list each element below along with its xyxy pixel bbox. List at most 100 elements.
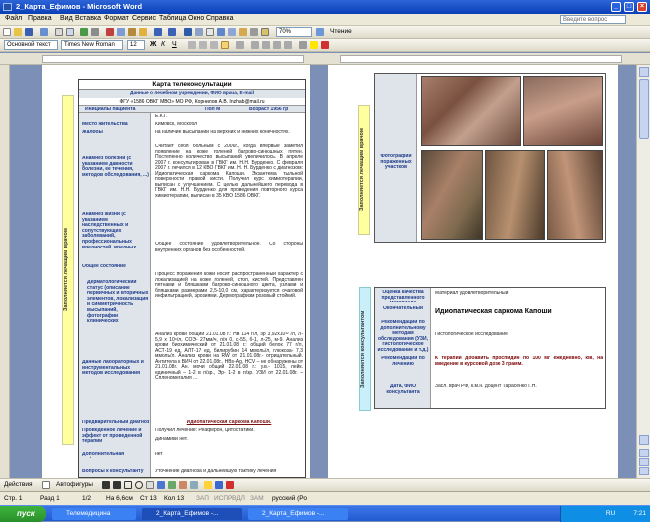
wordart-icon[interactable] [157, 481, 165, 489]
browse-object-button[interactable] [639, 458, 649, 466]
undo-icon[interactable] [154, 28, 162, 36]
menu-file[interactable]: Файл [5, 15, 22, 22]
spelling-icon[interactable] [80, 28, 88, 36]
status-pages: 1/2 [82, 495, 92, 502]
print-icon[interactable] [55, 28, 63, 36]
exam-recommend-value: Гистологическое исследование [435, 332, 508, 337]
textbox-icon[interactable] [146, 481, 154, 489]
line-color-icon[interactable] [215, 481, 223, 489]
menu-format[interactable]: Формат [104, 15, 129, 22]
align-left-icon[interactable] [188, 41, 196, 49]
picture-icon[interactable] [190, 481, 198, 489]
style-select[interactable]: Основной текст [4, 40, 58, 50]
next-page-button[interactable] [639, 467, 649, 475]
menu-tools[interactable]: Сервис [132, 15, 156, 22]
help-search-input[interactable]: Введите вопрос [560, 15, 626, 24]
status-ext[interactable]: ВДЛ [232, 495, 245, 502]
scroll-up-button[interactable] [639, 67, 649, 77]
font-size-select[interactable]: 12 [127, 40, 145, 50]
font-select[interactable]: Times New Roman [61, 40, 123, 50]
save-icon[interactable] [25, 28, 33, 36]
menu-window[interactable]: Окно [188, 15, 204, 22]
show-formatting-icon[interactable] [261, 28, 269, 36]
research-icon[interactable] [91, 28, 99, 36]
vertical-scrollbar[interactable] [636, 65, 650, 478]
anamnesis-value: Считает себя больным с 2006г., когда впе… [155, 144, 303, 199]
bold-button[interactable]: Ж [150, 41, 158, 49]
task-word-2[interactable]: 2_Карта_Ефимов -... [248, 508, 348, 520]
open-icon[interactable] [14, 28, 22, 36]
font-color-icon[interactable] [321, 41, 329, 49]
minimize-button[interactable]: _ [611, 2, 621, 12]
select-objects-icon[interactable] [42, 481, 50, 489]
new-icon[interactable] [3, 28, 11, 36]
side-label-top: Заполняется лечащим врачом [359, 128, 365, 212]
close-button[interactable]: × [637, 2, 647, 12]
scroll-thumb[interactable] [639, 79, 649, 139]
diagram-icon[interactable] [168, 481, 176, 489]
menu-edit[interactable]: Правка [28, 15, 52, 22]
draw-font-color-icon[interactable] [226, 481, 234, 489]
status-position: На 6,6см [106, 495, 133, 502]
oval-icon[interactable] [135, 481, 143, 489]
fill-color-icon[interactable] [204, 481, 212, 489]
ruler-left-page [42, 55, 304, 63]
vertical-ruler[interactable] [0, 65, 10, 478]
tables-borders-icon[interactable] [195, 28, 203, 36]
draw-actions-menu[interactable]: Действия [4, 481, 32, 488]
horizontal-ruler[interactable] [0, 53, 650, 65]
redo-icon[interactable] [168, 28, 176, 36]
status-trk[interactable]: ИСПР [214, 495, 232, 502]
decrease-indent-icon[interactable] [273, 41, 281, 49]
maximize-button[interactable]: □ [624, 2, 634, 12]
institution-value: ФГУ «1586 ОВКГ МВО» МО РФ, Корнилов А.В.… [79, 98, 305, 106]
menu-insert[interactable]: Вставка [75, 15, 101, 22]
arrow-icon[interactable] [113, 481, 121, 489]
cut-icon[interactable] [106, 28, 114, 36]
prelim-diagnosis-label: Предварительный диагноз [82, 420, 150, 425]
autoshapes-menu[interactable]: Автофигуры [56, 481, 93, 488]
quality-value: Материал удовлетворительный [435, 291, 509, 296]
task-word-1[interactable]: 2_Карта_Ефимов -... [142, 508, 242, 520]
insert-excel-icon[interactable] [217, 28, 225, 36]
justify-icon[interactable] [221, 41, 229, 49]
zoom-select[interactable]: 70% [276, 27, 312, 37]
format-painter-icon[interactable] [139, 28, 147, 36]
insert-table-icon[interactable] [206, 28, 214, 36]
increase-indent-icon[interactable] [284, 41, 292, 49]
clipart-icon[interactable] [179, 481, 187, 489]
document-map-icon[interactable] [250, 28, 258, 36]
print-preview-icon[interactable] [66, 28, 74, 36]
scroll-down-button[interactable] [639, 435, 649, 445]
permission-icon[interactable] [40, 28, 48, 36]
line-icon[interactable] [102, 481, 110, 489]
menu-table[interactable]: Таблица [159, 15, 186, 22]
drawing-icon[interactable] [239, 28, 247, 36]
document-workspace[interactable]: Заполняется лечащим врачом Карта телекон… [10, 65, 636, 478]
read-button[interactable]: Чтение [330, 28, 352, 35]
paste-icon[interactable] [128, 28, 136, 36]
bullets-icon[interactable] [262, 41, 270, 49]
prelim-diagnosis-value: Идиопатическая саркома Капоши. [186, 420, 272, 425]
status-rec[interactable]: ЗАП [196, 495, 209, 502]
rectangle-icon[interactable] [124, 481, 132, 489]
line-spacing-icon[interactable] [236, 41, 244, 49]
menu-view[interactable]: Вид [60, 15, 73, 22]
copy-icon[interactable] [117, 28, 125, 36]
status-ovr[interactable]: ЗАМ [250, 495, 264, 502]
menu-help[interactable]: Справка [206, 15, 233, 22]
columns-icon[interactable] [228, 28, 236, 36]
help-icon[interactable] [316, 28, 324, 36]
align-center-icon[interactable] [199, 41, 207, 49]
highlight-icon[interactable] [310, 41, 318, 49]
tray-language[interactable]: RU [606, 510, 615, 517]
borders-icon[interactable] [299, 41, 307, 49]
hyperlink-icon[interactable] [184, 28, 192, 36]
italic-button[interactable]: К [161, 41, 169, 49]
task-telemedicine[interactable]: Телемедицина [52, 508, 136, 520]
align-right-icon[interactable] [210, 41, 218, 49]
start-button[interactable]: пуск [0, 506, 46, 522]
prev-page-button[interactable] [639, 449, 649, 457]
numbering-icon[interactable] [251, 41, 259, 49]
underline-button[interactable]: Ч [172, 41, 180, 49]
